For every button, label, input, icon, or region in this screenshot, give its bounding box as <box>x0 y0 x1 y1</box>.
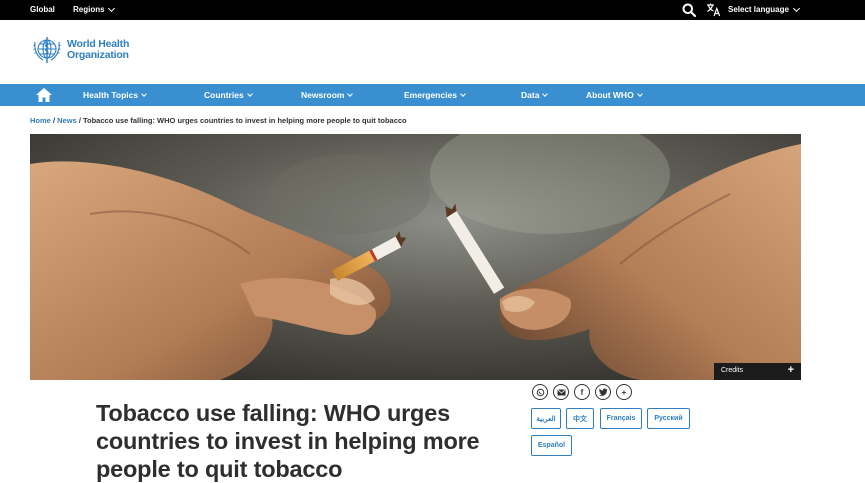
article-title: Tobacco use falling: WHO urges countries… <box>96 400 480 482</box>
regions-dropdown[interactable]: Regions <box>73 4 115 14</box>
logo-line-2: Organization <box>67 49 129 61</box>
regions-label: Regions <box>73 5 105 14</box>
facebook-icon[interactable]: f <box>574 384 590 400</box>
breadcrumb-separator: / <box>78 116 81 125</box>
who-emblem-icon <box>33 37 61 63</box>
broken-cigarette-photo <box>30 134 801 380</box>
language-button-french[interactable]: Français <box>600 408 642 429</box>
hero-image <box>30 134 801 380</box>
nav-item-label: About WHO <box>586 90 634 100</box>
chevron-down-icon <box>792 4 800 12</box>
twitter-icon[interactable] <box>595 384 611 400</box>
logo-text: World Health Organization <box>67 39 129 61</box>
email-icon[interactable] <box>553 384 569 400</box>
chevron-down-icon <box>347 90 354 97</box>
language-label: Русский <box>654 415 683 422</box>
breadcrumb-separator: / <box>52 116 56 125</box>
select-language-label: Select language <box>728 5 789 14</box>
nav-item-countries[interactable]: Countries <box>204 90 253 100</box>
home-icon[interactable] <box>35 87 53 103</box>
chevron-down-icon <box>246 90 253 97</box>
chevron-down-icon <box>542 90 549 97</box>
breadcrumb-news[interactable]: News <box>57 116 77 125</box>
nav-item-about-who[interactable]: About WHO <box>586 90 643 100</box>
plus-icon: + <box>787 364 794 376</box>
nav-item-label: Health Topics <box>83 90 139 100</box>
chevron-down-icon <box>636 90 643 97</box>
select-language-dropdown[interactable]: Select language <box>728 4 800 14</box>
language-label: 中文 <box>573 415 587 423</box>
nav-item-health-topics[interactable]: Health Topics <box>83 90 147 100</box>
whatsapp-icon[interactable] <box>532 384 548 400</box>
language-label: العربية <box>536 415 556 423</box>
search-icon[interactable] <box>682 3 696 17</box>
nav-item-label: Countries <box>204 90 244 100</box>
nav-item-label: Emergencies <box>404 90 457 100</box>
nav-item-label: Newsroom <box>301 90 345 100</box>
language-button-russian[interactable]: Русский <box>647 408 690 429</box>
credits-label: Credits <box>721 367 744 374</box>
language-button-arabic[interactable]: العربية <box>531 408 561 429</box>
share-icons: f + <box>532 384 632 400</box>
chevron-down-icon <box>141 90 147 97</box>
breadcrumb-current: Tobacco use falling: WHO urges countries… <box>83 116 407 125</box>
language-button-spanish[interactable]: Español <box>531 435 572 456</box>
breadcrumb-home[interactable]: Home <box>30 116 51 125</box>
top-bar: Global Regions Select language <box>0 0 865 20</box>
nav-item-newsroom[interactable]: Newsroom <box>301 90 354 100</box>
language-button-chinese[interactable]: 中文 <box>566 408 594 429</box>
nav-item-emergencies[interactable]: Emergencies <box>404 90 466 100</box>
nav-item-data[interactable]: Data <box>521 90 549 100</box>
language-label: Español <box>537 442 566 449</box>
chevron-down-icon <box>460 90 466 97</box>
site-header: World Health Organization <box>0 20 865 84</box>
translate-icon[interactable] <box>706 2 721 17</box>
plus-icon[interactable]: + <box>616 384 632 400</box>
language-label: Français <box>606 415 636 422</box>
nav-item-label: Data <box>521 90 540 100</box>
main-nav: Health Topics Countries Newsroom Emergen… <box>0 84 865 106</box>
breadcrumb: Home / News / Tobacco use falling: WHO u… <box>30 116 407 125</box>
who-logo[interactable]: World Health Organization <box>30 35 129 65</box>
chevron-down-icon <box>107 4 115 12</box>
credits-toggle[interactable]: Credits + <box>714 363 801 380</box>
global-link[interactable]: Global <box>30 5 55 14</box>
